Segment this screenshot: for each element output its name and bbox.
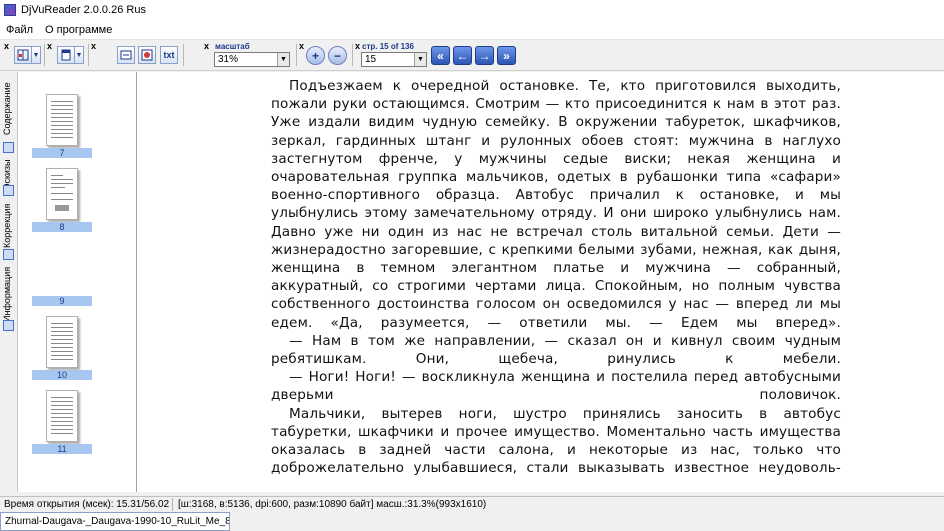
toolbar-close-icon[interactable]: x (47, 42, 52, 51)
thumbnail-pane: 7 8 9 10 11 (18, 72, 137, 492)
arrow-left-icon: ← (456, 48, 469, 63)
toolbar-close-icon[interactable]: x (91, 42, 96, 51)
app-icon (4, 4, 16, 16)
paragraph: — Нам в том же направлении, — сказал он … (271, 332, 841, 368)
toolbar-separator (88, 44, 89, 66)
tab-info[interactable]: Информация (2, 264, 15, 324)
chevron-down-icon[interactable]: ▼ (414, 53, 426, 66)
paragraph: Мальчики, вытерев ноги, шустро принялись… (271, 405, 841, 477)
zoom-label: масштаб (215, 42, 250, 51)
thumbnail-item[interactable]: 7 (32, 90, 92, 164)
thumbnail-number: 7 (32, 148, 92, 158)
double-right-icon: » (503, 48, 510, 63)
thumbnail-item[interactable]: 8 (32, 164, 92, 238)
text-mode-button[interactable]: txt (160, 46, 178, 64)
status-info: [ш:3168, в:5136, dpi:600, разм:10890 бай… (178, 499, 487, 510)
toolbar-separator (296, 44, 297, 66)
toolbar-close-icon[interactable]: x (204, 42, 209, 51)
thumbnail-page (46, 94, 78, 146)
toolbar: x ▼ x ▼ x txt x масштаб 31% ▼ x + − x ст… (0, 40, 944, 71)
toolbar-separator (183, 44, 184, 66)
layout-icon (17, 49, 29, 61)
thumbnail-item[interactable]: 9 (32, 238, 92, 312)
next-page-button[interactable]: → (475, 46, 494, 65)
minus-icon: − (333, 48, 341, 63)
fit-width-button[interactable] (117, 46, 135, 64)
last-page-button[interactable]: » (497, 46, 516, 65)
status-open-time: Время открытия (мсек): 15.31/56.02 (0, 498, 173, 511)
thumbnail-page (46, 390, 78, 442)
thumbnail-item[interactable]: 11 (32, 386, 92, 460)
toolbar-close-icon[interactable]: x (355, 42, 360, 51)
page-view-dropdown[interactable]: ▼ (75, 46, 84, 64)
toolbar-close-icon[interactable]: x (4, 42, 9, 51)
paragraph: Подъезжаем к очередной остановке. Те, кт… (271, 78, 841, 331)
paragraph: — Ноги! Ноги! — воскликнула женщина и по… (271, 369, 841, 404)
toolbar-separator (352, 44, 353, 66)
zoom-out-button[interactable]: − (328, 46, 347, 65)
fit-width-icon (120, 50, 132, 60)
chevron-down-icon[interactable]: ▼ (277, 53, 289, 66)
toolbar-separator (44, 44, 45, 66)
prev-page-button[interactable]: ← (453, 46, 472, 65)
title-bar: DjVuReader 2.0.0.26 Rus (0, 0, 944, 20)
thumbnails-icon[interactable] (3, 185, 14, 196)
page-icon (61, 49, 71, 61)
status-bar: Время открытия (мсек): 15.31/56.02 [ш:31… (0, 496, 944, 512)
contents-icon[interactable] (3, 142, 14, 153)
page-text: Подъезжаем к очередной остановке. Те, кт… (271, 77, 841, 477)
thumbnail-number: 8 (32, 222, 92, 232)
first-page-button[interactable]: « (431, 46, 450, 65)
image-mode-button[interactable] (138, 46, 156, 64)
zoom-value: 31% (218, 54, 239, 65)
file-tab[interactable]: Zhurnal-Daugava-_Daugava-1990-10_RuLit_M… (0, 512, 230, 531)
menu-bar: Файл О программе (0, 20, 944, 40)
tab-correction[interactable]: Коррекция (2, 202, 15, 250)
double-left-icon: « (437, 48, 444, 63)
page-view-button[interactable] (57, 46, 75, 64)
info-icon[interactable] (3, 320, 14, 331)
layout-button[interactable] (14, 46, 32, 64)
page-select[interactable]: 15 ▼ (361, 52, 427, 67)
thumbnail-number: 10 (32, 370, 92, 380)
document-view[interactable]: Подъезжаем к очередной остановке. Те, кт… (137, 72, 944, 492)
page-value: 15 (365, 54, 377, 65)
layout-dropdown[interactable]: ▼ (32, 46, 41, 64)
arrow-right-icon: → (478, 48, 491, 63)
tab-contents[interactable]: Содержание (2, 78, 15, 140)
correction-icon[interactable] (3, 249, 14, 260)
thumbnail-page (46, 316, 78, 368)
page-label: стр. 15 of 136 (362, 42, 414, 51)
menu-file[interactable]: Файл (0, 24, 39, 36)
thumbnail-number: 11 (32, 444, 92, 454)
window-title: DjVuReader 2.0.0.26 Rus (21, 4, 146, 16)
sidebar-tabs: Содержание Эскизы Коррекция Информация (0, 72, 18, 492)
zoom-select[interactable]: 31% ▼ (214, 52, 290, 67)
zoom-in-button[interactable]: + (306, 46, 325, 65)
thumbnail-page (46, 168, 78, 220)
toolbar-close-icon[interactable]: x (299, 42, 304, 51)
thumbnail-item[interactable]: 10 (32, 312, 92, 386)
menu-about[interactable]: О программе (39, 24, 118, 36)
thumbnail-number: 9 (32, 296, 92, 306)
image-icon (141, 49, 153, 61)
plus-icon: + (311, 48, 319, 63)
